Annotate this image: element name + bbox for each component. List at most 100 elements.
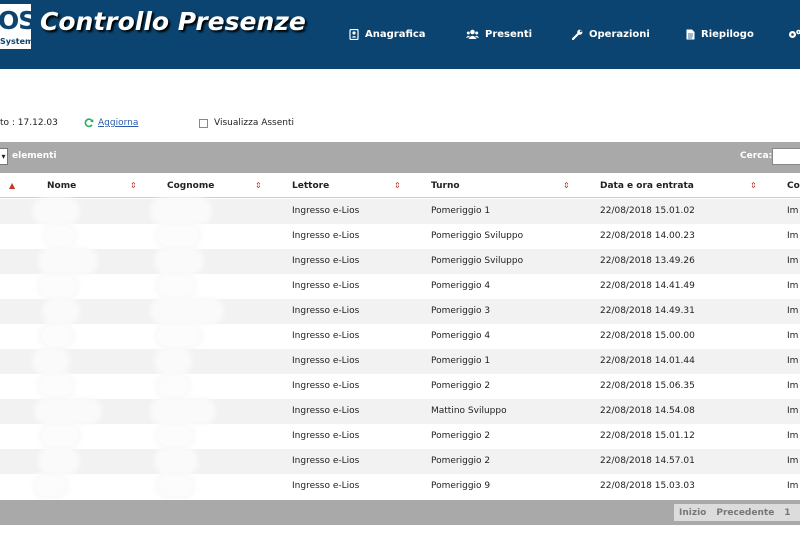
cell-co: Im [787,206,799,216]
cell-data-entrata: 22/08/2018 14.41.49 [600,281,695,291]
table-row[interactable]: Ingresso e-Lios Pomeriggio 3 22/08/2018 14… [0,299,800,324]
nav-operazioni[interactable]: Operazioni [572,26,650,42]
redacted-surname [154,401,212,421]
page-length-select[interactable]: ▾ [0,148,8,165]
cell-data-entrata: 22/08/2018 15.00.00 [600,331,695,341]
column-header-data-entrata[interactable]: Data e ora entrata [600,174,694,198]
column-header-co[interactable]: Co [787,174,800,198]
refresh-button[interactable]: Aggiorna [84,115,138,131]
nav-anagrafica[interactable]: Anagrafica [349,26,426,42]
show-absent-checkbox[interactable] [199,118,208,128]
column-header-cognome[interactable]: Cognome [167,174,214,198]
cell-lettore: Ingresso e-Lios [292,381,360,391]
cell-data-entrata: 22/08/2018 14.01.44 [600,356,695,366]
table-row[interactable]: Ingresso e-Lios Pomeriggio 2 22/08/2018 15… [0,374,800,399]
pagination-page[interactable]: 1 [779,508,795,518]
cell-lettore: Ingresso e-Lios [292,356,360,366]
nav-settings[interactable] [788,26,800,42]
cell-data-entrata: 22/08/2018 14.00.23 [600,231,695,241]
cell-co: Im [787,431,799,441]
cell-lettore: Ingresso e-Lios [292,406,360,416]
last-update-text: to : 17.12.03 [0,118,58,128]
search-input[interactable] [772,148,800,165]
pagination-next[interactable]: S [796,508,800,518]
cell-turno: Pomeriggio 9 [431,481,491,491]
cell-turno: Pomeriggio 3 [431,306,491,316]
sort-asc-icon[interactable]: ▲ [9,174,15,198]
nav-label: Anagrafica [365,28,426,40]
last-update-time: to : 17.12.03 [0,115,58,131]
cell-data-entrata: 22/08/2018 15.01.12 [600,431,695,441]
redacted-surname [158,376,188,396]
cell-co: Im [787,331,799,341]
app-header: OS Systems Controllo Presenze Anagrafica… [0,0,800,69]
cell-lettore: Ingresso e-Lios [292,481,360,491]
cell-co: Im [787,481,799,491]
table-row[interactable]: Ingresso e-Lios Pomeriggio Sviluppo 22/08/… [0,249,800,274]
cell-lettore: Ingresso e-Lios [292,256,360,266]
cell-data-entrata: 22/08/2018 14.54.08 [600,406,695,416]
logo-mark: OS [0,6,31,35]
cell-lettore: Ingresso e-Lios [292,231,360,241]
redacted-name [40,276,76,296]
table-row[interactable]: Ingresso e-Lios Pomeriggio 4 22/08/2018 15… [0,324,800,349]
sort-icon[interactable]: ⇕ [394,174,401,198]
cell-turno: Pomeriggio 4 [431,281,491,291]
column-header-turno[interactable]: Turno [431,174,460,198]
cell-co: Im [787,406,799,416]
pagination-first[interactable]: Inizio [674,508,711,518]
cell-co: Im [787,256,799,266]
table-row[interactable]: Ingresso e-Lios Pomeriggio 1 22/08/2018 15… [0,199,800,224]
cell-data-entrata: 22/08/2018 15.06.35 [600,381,695,391]
cell-lettore: Ingresso e-Lios [292,456,360,466]
nav-label: Operazioni [589,28,650,40]
table-row[interactable]: Ingresso e-Lios Pomeriggio Sviluppo 22/08/… [0,224,800,249]
cell-co: Im [787,381,799,391]
cell-co: Im [787,231,799,241]
table-row[interactable]: Ingresso e-Lios Pomeriggio 9 22/08/2018 15… [0,474,800,499]
table-header: ▲ Nome ⇕ Cognome ⇕ Lettore ⇕ Turno ⇕ Dat… [0,174,800,198]
redacted-surname [158,326,200,346]
redacted-name [42,251,94,271]
cell-data-entrata: 22/08/2018 15.03.03 [600,481,695,491]
redacted-name [42,426,78,446]
sort-icon[interactable]: ⇕ [255,174,262,198]
cell-co: Im [787,356,799,366]
table-row[interactable]: Ingresso e-Lios Pomeriggio 2 22/08/2018 14… [0,449,800,474]
cell-turno: Pomeriggio 4 [431,331,491,341]
cell-turno: Pomeriggio 1 [431,356,491,366]
nav-riepilogo[interactable]: Riepilogo [686,26,754,42]
redacted-surname [158,351,188,371]
search-label: Cerca: [740,151,773,161]
cell-turno: Pomeriggio Sviluppo [431,256,524,266]
wrench-icon [572,29,583,40]
gears-icon [789,29,800,38]
redacted-surname [154,201,208,221]
show-absent-toggle[interactable]: Visualizza Assenti [199,115,294,131]
table-row[interactable]: Ingresso e-Lios Mattino Sviluppo 22/08/201… [0,399,800,424]
cell-lettore: Ingresso e-Lios [292,281,360,291]
redacted-surname [158,426,192,446]
sort-icon[interactable]: ⇕ [563,174,570,198]
cell-lettore: Ingresso e-Lios [292,331,360,341]
cell-data-entrata: 22/08/2018 14.49.31 [600,306,695,316]
cell-co: Im [787,456,799,466]
cell-co: Im [787,281,799,291]
table-row[interactable]: Ingresso e-Lios Pomeriggio 1 22/08/2018 14… [0,349,800,374]
refresh-link[interactable]: Aggiorna [98,118,138,128]
sort-icon[interactable]: ⇕ [750,174,757,198]
cell-turno: Pomeriggio 2 [431,456,491,466]
column-header-lettore[interactable]: Lettore [292,174,329,198]
cell-lettore: Ingresso e-Lios [292,431,360,441]
table-row[interactable]: Ingresso e-Lios Pomeriggio 4 22/08/2018 14… [0,274,800,299]
redacted-surname [158,226,198,246]
nav-presenti[interactable]: Presenti [466,26,532,42]
pagination-previous[interactable]: Precedente [711,508,779,518]
page-length-label: elementi [12,151,57,161]
nav-label: Riepilogo [701,28,754,40]
sort-icon[interactable]: ⇕ [130,174,137,198]
table-row[interactable]: Ingresso e-Lios Pomeriggio 2 22/08/2018 15… [0,424,800,449]
document-icon [686,29,695,39]
column-header-nome[interactable]: Nome [47,174,76,198]
redacted-surname [158,251,200,271]
